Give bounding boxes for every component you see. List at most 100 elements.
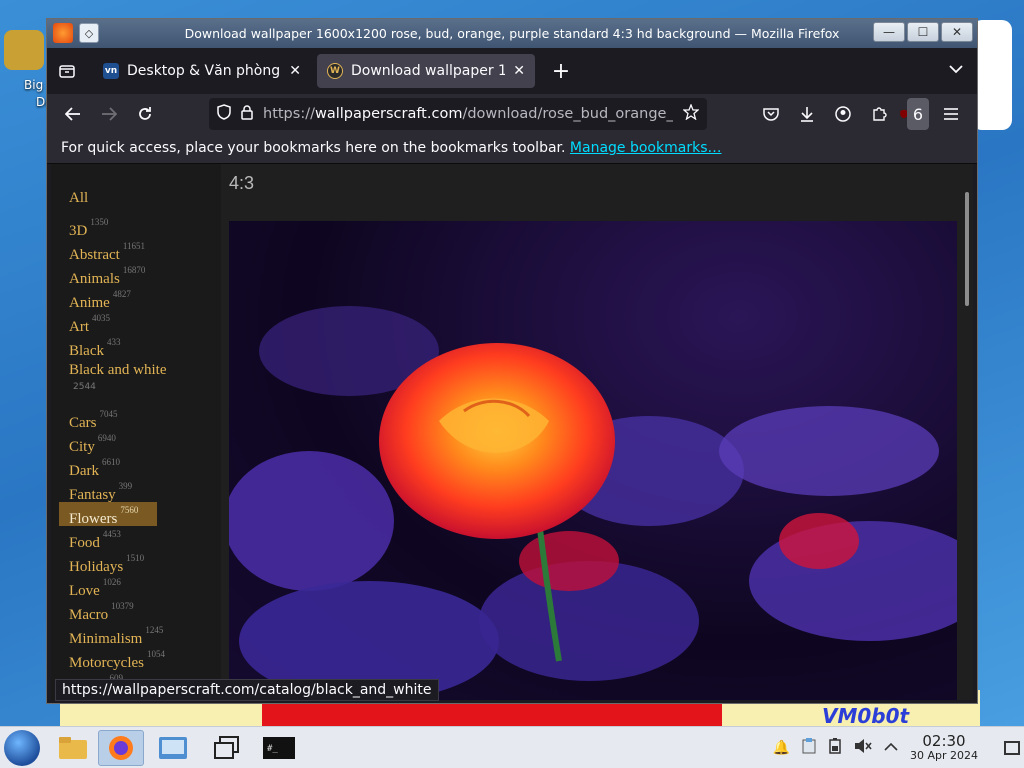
menu-hamburger-icon[interactable] bbox=[935, 98, 967, 130]
account-icon[interactable] bbox=[827, 98, 859, 130]
category-count: 1245 bbox=[145, 625, 164, 635]
url-path: /download/rose_bud_orange_ bbox=[462, 106, 673, 122]
system-tray: 🔔 02:30 30 Apr 2024 bbox=[773, 727, 1020, 768]
category-name: Food bbox=[69, 535, 100, 551]
category-sidebar: All 3D1350 Abstract11651 Animals16870 Anime4… bbox=[51, 164, 221, 700]
window-switcher-icon[interactable] bbox=[204, 730, 250, 766]
category-name: Holidays bbox=[69, 559, 124, 575]
category-name: Motorcycles bbox=[69, 655, 144, 671]
status-link-preview: https://wallpaperscraft.com/catalog/blac… bbox=[55, 679, 439, 701]
tab-close-icon[interactable]: ✕ bbox=[289, 63, 301, 79]
category-count: 1054 bbox=[146, 649, 165, 659]
category-count: 6940 bbox=[97, 433, 116, 443]
bookmarks-toolbar-message: For quick access, place your bookmarks h… bbox=[61, 140, 570, 156]
category-count: 4035 bbox=[92, 313, 110, 323]
rose-wallpaper-graphic bbox=[229, 306, 957, 700]
back-arrow-icon[interactable] bbox=[55, 98, 91, 130]
minimize-button[interactable]: — bbox=[873, 22, 905, 42]
volume-muted-icon[interactable] bbox=[854, 738, 872, 758]
category-item-minimalism[interactable]: Minimalism1245 bbox=[59, 622, 163, 647]
category-name: Fantasy bbox=[69, 487, 116, 503]
wallpaperscraft-favicon-icon: W bbox=[327, 63, 343, 79]
start-menu-icon[interactable] bbox=[4, 730, 40, 766]
category-name: All bbox=[69, 190, 89, 206]
url-text[interactable]: https://wallpaperscraft.com/download/ros… bbox=[263, 106, 673, 122]
clipboard-icon[interactable] bbox=[802, 738, 816, 758]
close-button[interactable]: ✕ bbox=[941, 22, 973, 42]
clock-time: 02:30 bbox=[922, 732, 966, 751]
category-count: 2544 bbox=[73, 382, 96, 392]
file-manager-icon[interactable] bbox=[50, 730, 96, 766]
category-name: Macro bbox=[69, 607, 109, 623]
terminal-icon[interactable]: #_ bbox=[256, 730, 302, 766]
firefox-view-button[interactable] bbox=[47, 48, 87, 94]
category-name: Abstract bbox=[69, 247, 120, 263]
lock-icon[interactable] bbox=[241, 104, 253, 124]
category-name: Love bbox=[69, 583, 100, 599]
notification-bell-icon[interactable]: 🔔 bbox=[773, 740, 790, 756]
category-count: 16870 bbox=[122, 265, 146, 275]
shield-icon[interactable] bbox=[217, 104, 231, 124]
tab-close-icon[interactable]: ✕ bbox=[513, 63, 525, 79]
svg-text:#_: #_ bbox=[267, 744, 278, 754]
category-item-holidays[interactable]: Holidays1510 bbox=[59, 550, 157, 575]
tab-desktop-van-phong[interactable]: vn Desktop & Văn phòng - ( ✕ bbox=[93, 54, 311, 88]
desktop-icon[interactable] bbox=[4, 30, 44, 70]
maximize-button[interactable]: ☐ bbox=[907, 22, 939, 42]
title-bar[interactable]: ◇ Download wallpaper 1600x1200 rose, bud… bbox=[47, 19, 977, 48]
category-item-cars[interactable]: Cars7045 bbox=[59, 406, 157, 431]
firefox-taskbar-icon[interactable] bbox=[98, 730, 144, 766]
category-item-art[interactable]: Art4035 bbox=[59, 310, 157, 335]
category-item-animals[interactable]: Animals16870 bbox=[59, 262, 157, 287]
window-title: Download wallpaper 1600x1200 rose, bud, … bbox=[184, 26, 840, 41]
category-name: City bbox=[69, 439, 95, 455]
url-bar[interactable]: https://wallpaperscraft.com/download/ros… bbox=[209, 98, 707, 130]
category-name: Dark bbox=[69, 463, 99, 479]
tab-download-wallpaper[interactable]: W Download wallpaper 160 ✕ bbox=[317, 54, 535, 88]
category-name: Cars bbox=[69, 415, 97, 431]
category-item-black[interactable]: Black433 bbox=[59, 334, 157, 359]
category-count: 7045 bbox=[99, 409, 118, 419]
battery-icon[interactable] bbox=[828, 738, 842, 758]
category-count: 6610 bbox=[102, 457, 120, 467]
category-name: Black and white bbox=[69, 362, 167, 378]
extensions-puzzle-icon[interactable] bbox=[863, 98, 895, 130]
category-item-love[interactable]: Love1026 bbox=[59, 574, 157, 599]
url-host: wallpaperscraft.com bbox=[314, 106, 463, 122]
category-item-food[interactable]: Food4453 bbox=[59, 526, 157, 551]
page-content: All 3D1350 Abstract11651 Animals16870 Anime4… bbox=[51, 164, 973, 700]
category-item-abstract[interactable]: Abstract11651 bbox=[59, 238, 157, 263]
category-item-motorcycles[interactable]: Motorcycles1054 bbox=[59, 646, 165, 671]
category-count: 1026 bbox=[102, 577, 121, 587]
category-item-black-and-white[interactable]: Black and white bbox=[59, 358, 209, 382]
desktop-wallpaper-text: VM0b0t bbox=[822, 704, 910, 728]
category-name: Black bbox=[69, 343, 104, 359]
pocket-icon[interactable] bbox=[755, 98, 787, 130]
downloads-icon[interactable] bbox=[791, 98, 823, 130]
ublock-origin-icon[interactable]: 6 bbox=[899, 98, 931, 130]
category-count: 11651 bbox=[122, 241, 145, 251]
bookmark-star-icon[interactable] bbox=[682, 103, 700, 124]
reload-icon[interactable] bbox=[127, 98, 163, 130]
wallpaper-preview-image[interactable] bbox=[229, 221, 957, 700]
category-item-3d[interactable]: 3D1350 bbox=[59, 214, 157, 239]
manage-bookmarks-link[interactable]: Manage bookmarks… bbox=[570, 140, 722, 156]
category-item-city[interactable]: City6940 bbox=[59, 430, 157, 455]
new-tab-plus-icon[interactable]: + bbox=[547, 59, 575, 84]
show-desktop-icon[interactable] bbox=[1004, 741, 1020, 755]
category-item-flowers[interactable]: Flowers7560 bbox=[59, 502, 157, 527]
category-item-anime[interactable]: Anime4827 bbox=[59, 286, 157, 311]
tray-expand-chevron-icon[interactable] bbox=[884, 740, 898, 756]
category-item-fantasy[interactable]: Fantasy399 bbox=[59, 478, 157, 503]
desktop-wallpaper-paper bbox=[972, 20, 1012, 130]
category-item-dark[interactable]: Dark6610 bbox=[59, 454, 157, 479]
category-name: Animals bbox=[69, 271, 120, 287]
category-item-all[interactable]: All bbox=[59, 186, 157, 210]
control-panel-icon[interactable] bbox=[150, 730, 196, 766]
clock[interactable]: 02:30 30 Apr 2024 bbox=[910, 732, 978, 762]
list-all-tabs-chevron-icon[interactable] bbox=[949, 62, 963, 78]
page-scrollbar[interactable] bbox=[965, 192, 969, 306]
category-count: 10379 bbox=[111, 601, 134, 611]
tab-label: Desktop & Văn phòng - ( bbox=[127, 63, 281, 79]
category-item-macro[interactable]: Macro10379 bbox=[59, 598, 157, 623]
